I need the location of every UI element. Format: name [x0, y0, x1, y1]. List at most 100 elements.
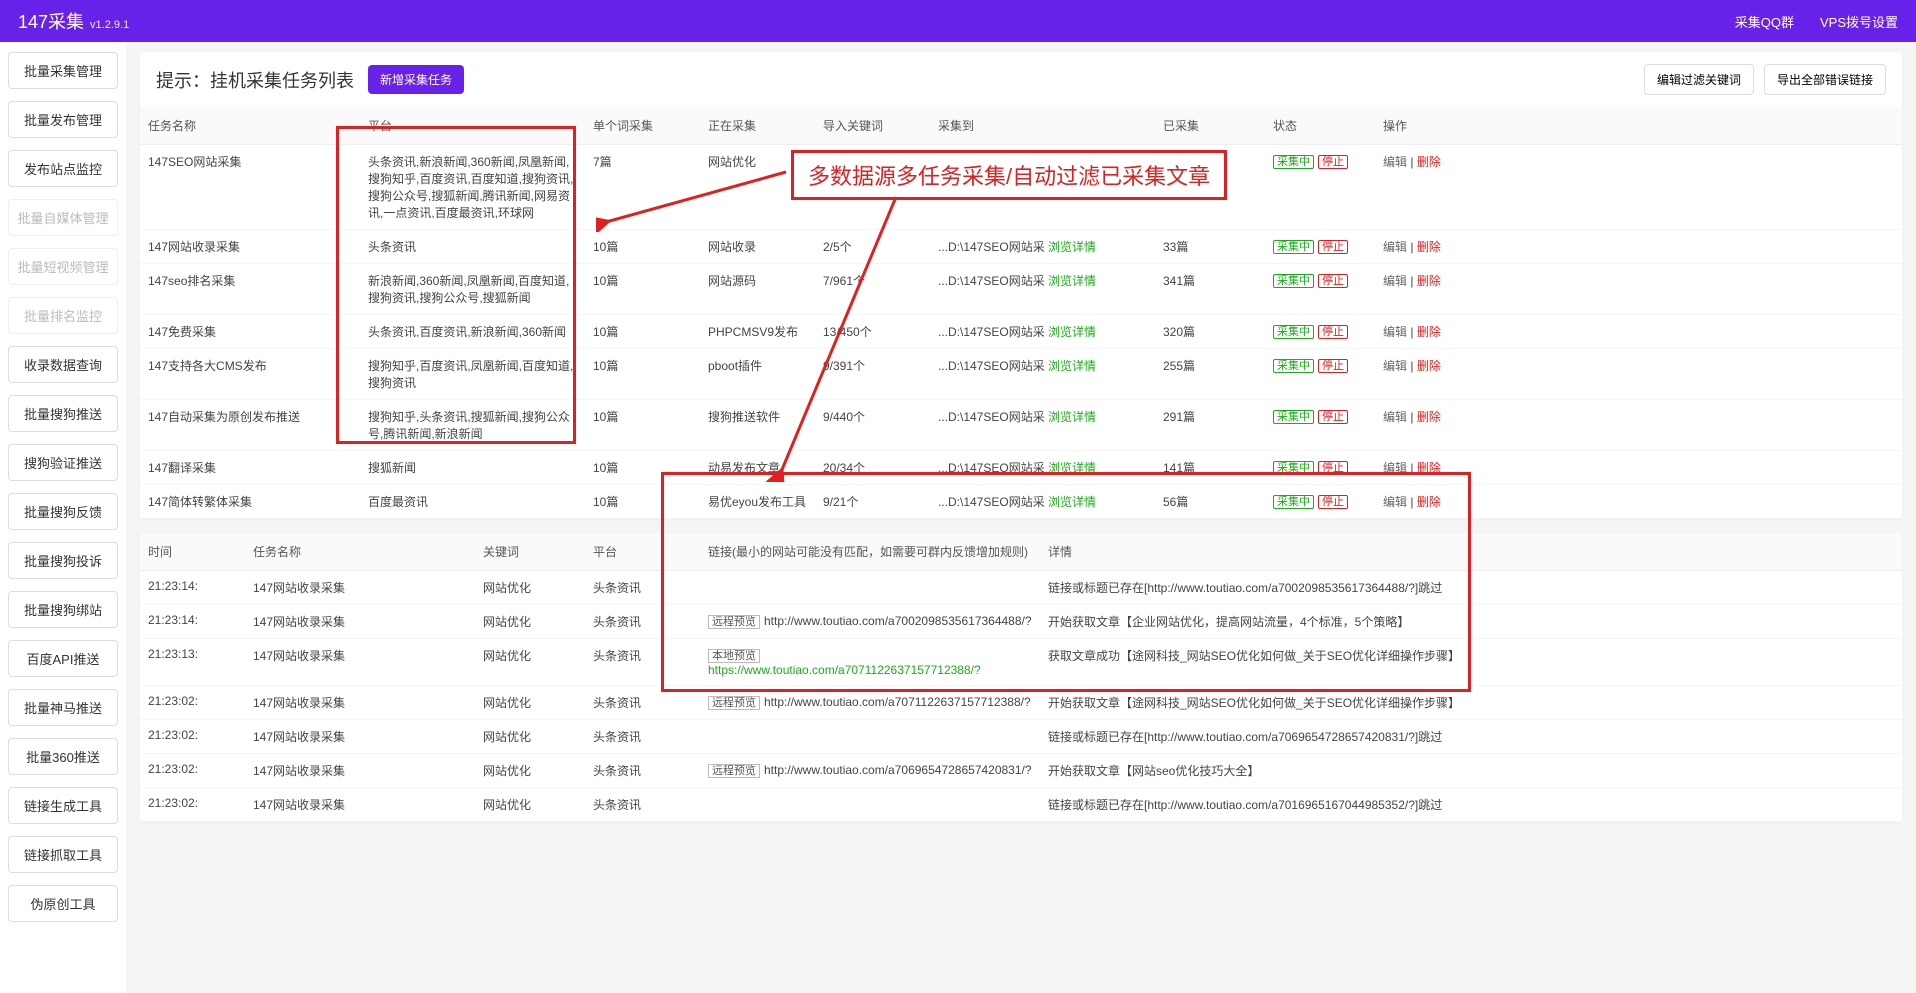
cell-collectto: ...D:\147SEO网站采 浏览详情 [930, 485, 1155, 519]
view-detail-link[interactable]: 浏览详情 [1048, 274, 1096, 288]
delete-link[interactable]: 删除 [1417, 274, 1441, 288]
cell-collected: 291篇 [1155, 400, 1265, 451]
delete-link[interactable]: 删除 [1417, 461, 1441, 475]
cell-op: 编辑 | 删除 [1375, 400, 1902, 451]
log-url[interactable]: http://www.toutiao.com/a7069654728657420… [764, 763, 1032, 777]
stop-button[interactable]: 停止 [1318, 155, 1348, 169]
cell-collected: 255篇 [1155, 349, 1265, 400]
edit-link[interactable]: 编辑 [1383, 325, 1407, 339]
cell-single: 10篇 [585, 400, 700, 451]
th-keyword: 关键词 [475, 533, 585, 571]
sidebar-item-5: 批量排名监控 [8, 297, 118, 334]
stop-button[interactable]: 停止 [1318, 410, 1348, 424]
th-status: 状态 [1265, 107, 1375, 145]
sidebar-item-10[interactable]: 批量搜狗投诉 [8, 542, 118, 579]
sidebar-item-1[interactable]: 批量发布管理 [8, 101, 118, 138]
cell-lname: 147网站收录采集 [245, 720, 475, 754]
cell-time: 21:23:02: [140, 788, 245, 822]
cell-lname: 147网站收录采集 [245, 639, 475, 686]
cell-collected: 320篇 [1155, 315, 1265, 349]
app-version: v1.2.9.1 [90, 19, 129, 31]
stop-button[interactable]: 停止 [1318, 359, 1348, 373]
sidebar-item-7[interactable]: 批量搜狗推送 [8, 395, 118, 432]
cell-status: 采集中停止 [1265, 485, 1375, 519]
header-vps-link[interactable]: VPS拨号设置 [1820, 12, 1898, 31]
delete-link[interactable]: 删除 [1417, 495, 1441, 509]
delete-link[interactable]: 删除 [1417, 155, 1441, 169]
sidebar-item-15[interactable]: 链接生成工具 [8, 787, 118, 824]
view-detail-link[interactable]: 浏览详情 [1048, 495, 1096, 509]
delete-link[interactable]: 删除 [1417, 325, 1441, 339]
delete-link[interactable]: 删除 [1417, 240, 1441, 254]
edit-link[interactable]: 编辑 [1383, 240, 1407, 254]
sidebar-item-16[interactable]: 链接抓取工具 [8, 836, 118, 873]
th-single: 单个词采集 [585, 107, 700, 145]
cell-time: 21:23:02: [140, 754, 245, 788]
cell-detail: 链接或标题已存在[http://www.toutiao.com/a7069654… [1040, 720, 1902, 754]
status-badge: 采集中 [1273, 410, 1314, 424]
stop-button[interactable]: 停止 [1318, 495, 1348, 509]
remote-preview-tag[interactable]: 远程预览 [708, 764, 760, 778]
edit-link[interactable]: 编辑 [1383, 461, 1407, 475]
cell-lplat: 头条资讯 [585, 639, 700, 686]
stop-button[interactable]: 停止 [1318, 461, 1348, 475]
view-detail-link[interactable]: 浏览详情 [1048, 410, 1096, 424]
edit-link[interactable]: 编辑 [1383, 274, 1407, 288]
remote-preview-tag[interactable]: 远程预览 [708, 696, 760, 710]
sidebar-item-14[interactable]: 批量360推送 [8, 738, 118, 775]
status-badge: 采集中 [1273, 359, 1314, 373]
view-detail-link[interactable]: 浏览详情 [1048, 461, 1096, 475]
edit-link[interactable]: 编辑 [1383, 495, 1407, 509]
status-badge: 采集中 [1273, 461, 1314, 475]
sidebar-item-17[interactable]: 伪原创工具 [8, 885, 118, 922]
cell-lplat: 头条资讯 [585, 571, 700, 605]
stop-button[interactable]: 停止 [1318, 274, 1348, 288]
cell-collecting: 搜狗推送软件 [700, 400, 815, 451]
cell-detail: 链接或标题已存在[http://www.toutiao.com/a7002098… [1040, 571, 1902, 605]
edit-link[interactable]: 编辑 [1383, 155, 1407, 169]
cell-name: 147支持各大CMS发布 [140, 349, 360, 400]
add-task-button[interactable]: 新增采集任务 [368, 65, 464, 94]
sidebar-item-12[interactable]: 百度API推送 [8, 640, 118, 677]
edit-filter-button[interactable]: 编辑过滤关键词 [1644, 64, 1754, 95]
sidebar-item-4: 批量短视频管理 [8, 248, 118, 285]
view-detail-link[interactable]: 浏览详情 [1048, 359, 1096, 373]
header-qq-link[interactable]: 采集QQ群 [1735, 12, 1794, 31]
view-detail-link[interactable]: 浏览详情 [1048, 155, 1096, 169]
delete-link[interactable]: 删除 [1417, 359, 1441, 373]
cell-collecting: pboot插件 [700, 349, 815, 400]
cell-collecting: 网站源码 [700, 264, 815, 315]
table-row: 21:23:14:147网站收录采集网站优化头条资讯远程预览http://www… [140, 605, 1902, 639]
cell-lplat: 头条资讯 [585, 720, 700, 754]
cell-collectto: ...D:\147SEO网站采 浏览详情 [930, 349, 1155, 400]
view-detail-link[interactable]: 浏览详情 [1048, 325, 1096, 339]
tasks-table: 任务名称 平台 单个词采集 正在采集 导入关键词 采集到 已采集 状态 操作 1… [140, 107, 1902, 519]
sidebar-item-13[interactable]: 批量神马推送 [8, 689, 118, 726]
cell-collecting: 网站优化 [700, 145, 815, 230]
app-title: 147采集 [18, 8, 84, 34]
edit-link[interactable]: 编辑 [1383, 410, 1407, 424]
delete-link[interactable]: 删除 [1417, 410, 1441, 424]
view-detail-link[interactable]: 浏览详情 [1048, 240, 1096, 254]
sidebar-item-9[interactable]: 批量搜狗反馈 [8, 493, 118, 530]
cell-time: 21:23:14: [140, 605, 245, 639]
export-errors-button[interactable]: 导出全部错误链接 [1764, 64, 1886, 95]
sidebar-item-11[interactable]: 批量搜狗绑站 [8, 591, 118, 628]
cell-kw: 网站优化 [475, 754, 585, 788]
edit-link[interactable]: 编辑 [1383, 359, 1407, 373]
cell-collecting: 网站收录 [700, 230, 815, 264]
sidebar-item-2[interactable]: 发布站点监控 [8, 150, 118, 187]
table-row: 21:23:02:147网站收录采集网站优化头条资讯链接或标题已存在[http:… [140, 720, 1902, 754]
sidebar-item-6[interactable]: 收录数据查询 [8, 346, 118, 383]
log-url[interactable]: https://www.toutiao.com/a707112263715771… [708, 663, 981, 677]
table-row: 21:23:02:147网站收录采集网站优化头条资讯远程预览http://www… [140, 686, 1902, 720]
sidebar-item-8[interactable]: 搜狗验证推送 [8, 444, 118, 481]
sidebar-item-0[interactable]: 批量采集管理 [8, 52, 118, 89]
cell-op: 编辑 | 删除 [1375, 230, 1902, 264]
log-url[interactable]: http://www.toutiao.com/a7002098535617364… [764, 614, 1032, 628]
log-url[interactable]: http://www.toutiao.com/a7071122637157712… [764, 695, 1031, 709]
local-preview-tag[interactable]: 本地预览 [708, 649, 760, 663]
stop-button[interactable]: 停止 [1318, 325, 1348, 339]
remote-preview-tag[interactable]: 远程预览 [708, 615, 760, 629]
stop-button[interactable]: 停止 [1318, 240, 1348, 254]
